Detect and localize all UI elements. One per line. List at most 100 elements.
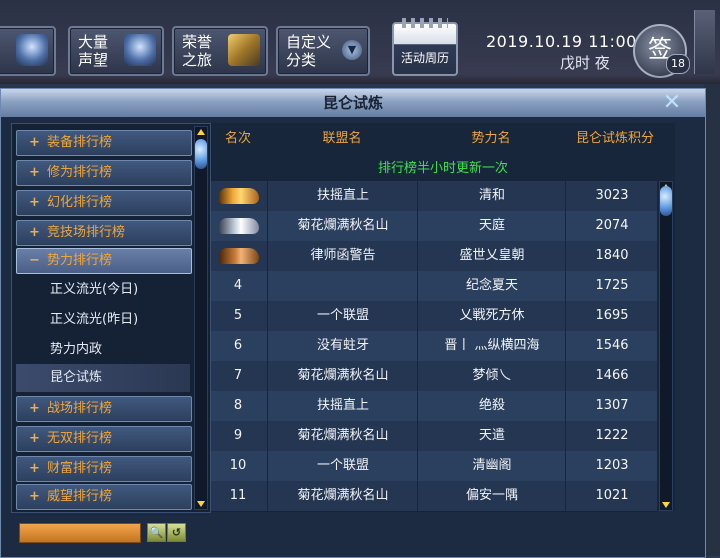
gold-leopard-icon: [219, 188, 259, 204]
category-wealth[interactable]: + 财富排行榜: [16, 456, 192, 482]
scroll-up-icon[interactable]: [195, 127, 207, 137]
silver-leopard-icon: [219, 218, 259, 234]
score-cell: 1203: [565, 451, 658, 481]
alliance-cell: 没有蛀牙: [267, 331, 418, 361]
refresh-icon: ↺: [171, 526, 182, 539]
search-button[interactable]: 🔍: [147, 523, 166, 542]
honor-journey-label: 荣誉 之旅: [182, 33, 213, 69]
faction-cell: 纪念夏天: [417, 271, 566, 301]
col-alliance: 联盟名: [322, 131, 362, 146]
chevron-down-icon: ▼: [342, 40, 362, 60]
score-cell: 1840: [565, 241, 658, 271]
rank-cell: 8: [233, 398, 243, 413]
reputation-button[interactable]: 大量 声望: [68, 26, 164, 76]
alliance-cell: 律师函警告: [267, 241, 418, 271]
subitem-faction-affairs[interactable]: 势力内政: [16, 336, 190, 364]
category-cultivation[interactable]: + 修为排行榜: [16, 160, 192, 186]
rank-cell: 11: [229, 488, 247, 503]
expand-icon: +: [29, 461, 40, 476]
right-rail: [704, 84, 720, 556]
expand-icon: +: [29, 489, 40, 504]
table-row[interactable]: 5 一个联盟 乂戦死方休 1695: [211, 301, 657, 332]
activity-calendar-button[interactable]: 活动周历: [392, 18, 458, 76]
table-row[interactable]: 9 菊花爛满秋名山 天遣 1222: [211, 421, 657, 452]
category-faction[interactable]: − 势力排行榜: [16, 248, 192, 274]
scroll-down-icon[interactable]: [195, 499, 207, 509]
rank-cell: 7: [233, 368, 243, 383]
rank-cell: 10: [229, 458, 247, 473]
search-icon: 🔍: [149, 526, 164, 539]
table-row[interactable]: 11 菊花爛满秋名山 偏安一隅 1021: [211, 481, 657, 512]
table-scrollbar[interactable]: [659, 181, 673, 511]
table-row[interactable]: 10 一个联盟 清幽阁 1203: [211, 451, 657, 482]
scroll-down-icon[interactable]: [660, 500, 672, 510]
score-cell: 1546: [565, 331, 658, 361]
score-cell: 2074: [565, 211, 658, 241]
col-score: 昆仑试炼积分: [575, 131, 654, 146]
faction-cell: 乂戦死方休: [417, 301, 566, 331]
rank-cell: 4: [233, 278, 243, 293]
rank-cell: [211, 211, 265, 241]
alliance-cell: 扶摇直上: [267, 181, 418, 211]
expand-icon: +: [29, 135, 40, 150]
category-equipment[interactable]: + 装备排行榜: [16, 130, 192, 156]
faction-cell: 清幽阁: [417, 451, 566, 481]
scroll-thumb[interactable]: [195, 139, 207, 169]
category-prestige[interactable]: + 威望排行榜: [16, 484, 192, 510]
score-cell: 1725: [565, 271, 658, 301]
faction-cell: 天遣: [417, 421, 566, 451]
expand-icon: +: [29, 401, 40, 416]
table-header: 名次 联盟名 势力名 昆仑试炼积分: [211, 123, 675, 157]
treasure-chest-icon: [16, 34, 48, 66]
table-row[interactable]: 8 扶摇直上 绝殺 1307: [211, 391, 657, 422]
ranking-table: 名次 联盟名 势力名 昆仑试炼积分 排行榜半小时更新一次 扶摇直上 清和 3023 菊…: [211, 123, 675, 512]
score-cell: 1307: [565, 391, 658, 421]
game-shichen: 戊时 夜: [560, 54, 610, 72]
category-transmog[interactable]: + 幻化排行榜: [16, 190, 192, 216]
category-label: 战场排行榜: [47, 401, 113, 416]
alliance-cell: 菊花爛满秋名山: [267, 361, 418, 391]
category-label: 幻化排行榜: [47, 195, 113, 210]
faction-cell: 天庭: [417, 211, 566, 241]
score-cell: 3023: [565, 181, 658, 211]
table-row[interactable]: 6 没有蛀牙 晋丨 灬纵横四海 1546: [211, 331, 657, 362]
category-label: 势力排行榜: [47, 253, 113, 268]
expand-icon: +: [29, 225, 40, 240]
table-row[interactable]: 律师函警告 盛世乂皇朝 1840: [211, 241, 657, 272]
reset-button[interactable]: ↺: [167, 523, 186, 542]
alliance-cell: [267, 271, 418, 301]
category-arena[interactable]: + 竞技场排行榜: [16, 220, 192, 246]
honor-journey-button[interactable]: 荣誉 之旅: [172, 26, 268, 76]
collapse-icon: −: [29, 253, 40, 268]
category-label: 无双排行榜: [47, 431, 113, 446]
category-label: 装备排行榜: [47, 135, 113, 150]
custom-category-button[interactable]: 自定义 分类 ▼: [276, 26, 370, 76]
table-row[interactable]: 7 菊花爛满秋名山 梦倾乀 1466: [211, 361, 657, 392]
subitem-justice-today[interactable]: 正义流光(今日): [16, 276, 190, 304]
scroll-thumb[interactable]: [660, 186, 672, 216]
activity-calendar-label: 活动周历: [400, 51, 449, 65]
subitem-kunlun-trial[interactable]: 昆仑试炼: [16, 364, 190, 392]
update-notice: 排行榜半小时更新一次: [377, 161, 508, 176]
sidebar-scrollbar[interactable]: [194, 126, 208, 510]
calendar-rings-icon: [402, 18, 448, 28]
category-label: 修为排行榜: [47, 165, 113, 180]
table-row[interactable]: 菊花爛满秋名山 天庭 2074: [211, 211, 657, 242]
category-wushuang[interactable]: + 无双排行榜: [16, 426, 192, 452]
faction-cell: 梦倾乀: [417, 361, 566, 391]
close-icon[interactable]: [661, 92, 683, 114]
table-row[interactable]: 4 纪念夏天 1725: [211, 271, 657, 302]
alliance-cell: 一个联盟: [267, 451, 418, 481]
bag-button[interactable]: [0, 26, 56, 76]
table-row[interactable]: 扶摇直上 清和 3023: [211, 181, 657, 212]
reputation-label: 大量 声望: [78, 33, 109, 69]
category-battlefield[interactable]: + 战场排行榜: [16, 396, 192, 422]
subitem-justice-yesterday[interactable]: 正义流光(昨日): [16, 306, 190, 334]
search-input[interactable]: [19, 523, 141, 543]
reputation-icon: [124, 34, 156, 66]
rank-cell: 5: [233, 308, 243, 323]
expand-icon: +: [29, 431, 40, 446]
alliance-cell: 扶摇直上: [267, 391, 418, 421]
expand-icon: +: [29, 165, 40, 180]
ranking-window: 昆仑试炼 + 装备排行榜 + 修为排行榜 + 幻化排行榜 + 竞技场排行榜 −势力排行榜…: [0, 88, 706, 558]
